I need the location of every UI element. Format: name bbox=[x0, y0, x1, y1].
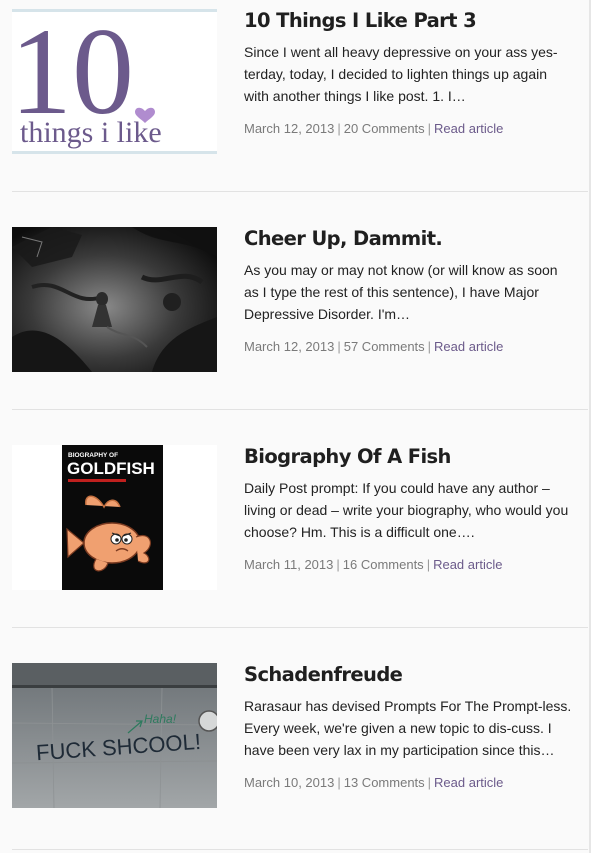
meta-separator: | bbox=[336, 557, 340, 572]
post-date: March 11, 2013 bbox=[244, 557, 334, 572]
meta-separator: | bbox=[427, 339, 432, 354]
post-excerpt: Since I went all heavy depressive on you… bbox=[244, 44, 558, 104]
post-card: Cheer Up, Dammit. As you may or may not … bbox=[12, 227, 588, 377]
post-divider bbox=[12, 191, 588, 192]
post-date: March 12, 2013 bbox=[244, 121, 335, 136]
post-thumbnail[interactable]: Haha! FUCK SHCOOL! bbox=[12, 663, 217, 808]
dark-illustration-image bbox=[12, 227, 217, 372]
comments-link[interactable]: 16 Comments bbox=[343, 557, 424, 572]
post-title[interactable]: Schadenfreude bbox=[244, 663, 574, 687]
post-thumbnail[interactable] bbox=[12, 227, 217, 372]
post-title[interactable]: Biography Of A Fish bbox=[244, 445, 574, 469]
read-article-link[interactable]: Read article bbox=[434, 339, 503, 354]
post-meta: March 12, 2013 | 57 Comments | Read article bbox=[244, 339, 574, 354]
meta-separator: | bbox=[427, 775, 432, 790]
post-card: BIOGRAPHY OF GOLDFISH Biography Of A Fis… bbox=[12, 445, 588, 595]
graffiti-wall-image: Haha! FUCK SHCOOL! bbox=[12, 663, 217, 808]
post-meta: March 12, 2013 | 20 Comments | Read article bbox=[244, 121, 574, 136]
cover-subtitle: BIOGRAPHY OF bbox=[68, 452, 118, 459]
comments-link[interactable]: 20 Comments bbox=[344, 121, 425, 136]
post-excerpt: Rarasaur has devised Prompts For The Pro… bbox=[244, 698, 572, 758]
meta-separator: | bbox=[427, 121, 432, 136]
meta-separator: | bbox=[337, 339, 341, 354]
post-excerpt: As you may or may not know (or will know… bbox=[244, 262, 558, 322]
post-thumbnail[interactable]: BIOGRAPHY OF GOLDFISH bbox=[12, 445, 217, 590]
comments-link[interactable]: 13 Comments bbox=[344, 775, 425, 790]
comments-link[interactable]: 57 Comments bbox=[344, 339, 425, 354]
goldfish-book-cover-image: BIOGRAPHY OF GOLDFISH bbox=[12, 445, 217, 590]
meta-separator: | bbox=[337, 121, 341, 136]
post-title[interactable]: Cheer Up, Dammit. bbox=[244, 227, 574, 251]
post-title[interactable]: 10 Things I Like Part 3 bbox=[244, 9, 574, 33]
post-card: Haha! FUCK SHCOOL! Schadenfreude Rarasau… bbox=[12, 663, 588, 838]
read-article-link[interactable]: Read article bbox=[434, 121, 503, 136]
cover-title: GOLDFISH bbox=[67, 459, 155, 478]
post-divider bbox=[12, 409, 588, 410]
post-date: March 12, 2013 bbox=[244, 339, 335, 354]
read-article-link[interactable]: Read article bbox=[434, 775, 503, 790]
post-divider bbox=[12, 849, 588, 850]
post-card: 10 things i like 10 Things I Like Part 3… bbox=[12, 9, 588, 159]
post-thumbnail[interactable]: 10 things i like bbox=[12, 9, 217, 154]
meta-separator: | bbox=[337, 775, 341, 790]
ten-things-i-like-image: 10 things i like bbox=[12, 9, 217, 154]
graffiti-note: Haha! bbox=[144, 712, 177, 726]
post-meta: March 11, 2013 | 16 Comments | Read article bbox=[244, 557, 574, 572]
things-i-like-caption: things i like bbox=[20, 116, 162, 149]
meta-separator: | bbox=[426, 557, 431, 572]
post-meta: March 10, 2013 | 13 Comments | Read article bbox=[244, 775, 574, 790]
read-article-link[interactable]: Read article bbox=[433, 557, 502, 572]
post-divider bbox=[12, 627, 588, 628]
post-date: March 10, 2013 bbox=[244, 775, 335, 790]
post-excerpt: Daily Post prompt: If you could have any… bbox=[244, 480, 569, 540]
